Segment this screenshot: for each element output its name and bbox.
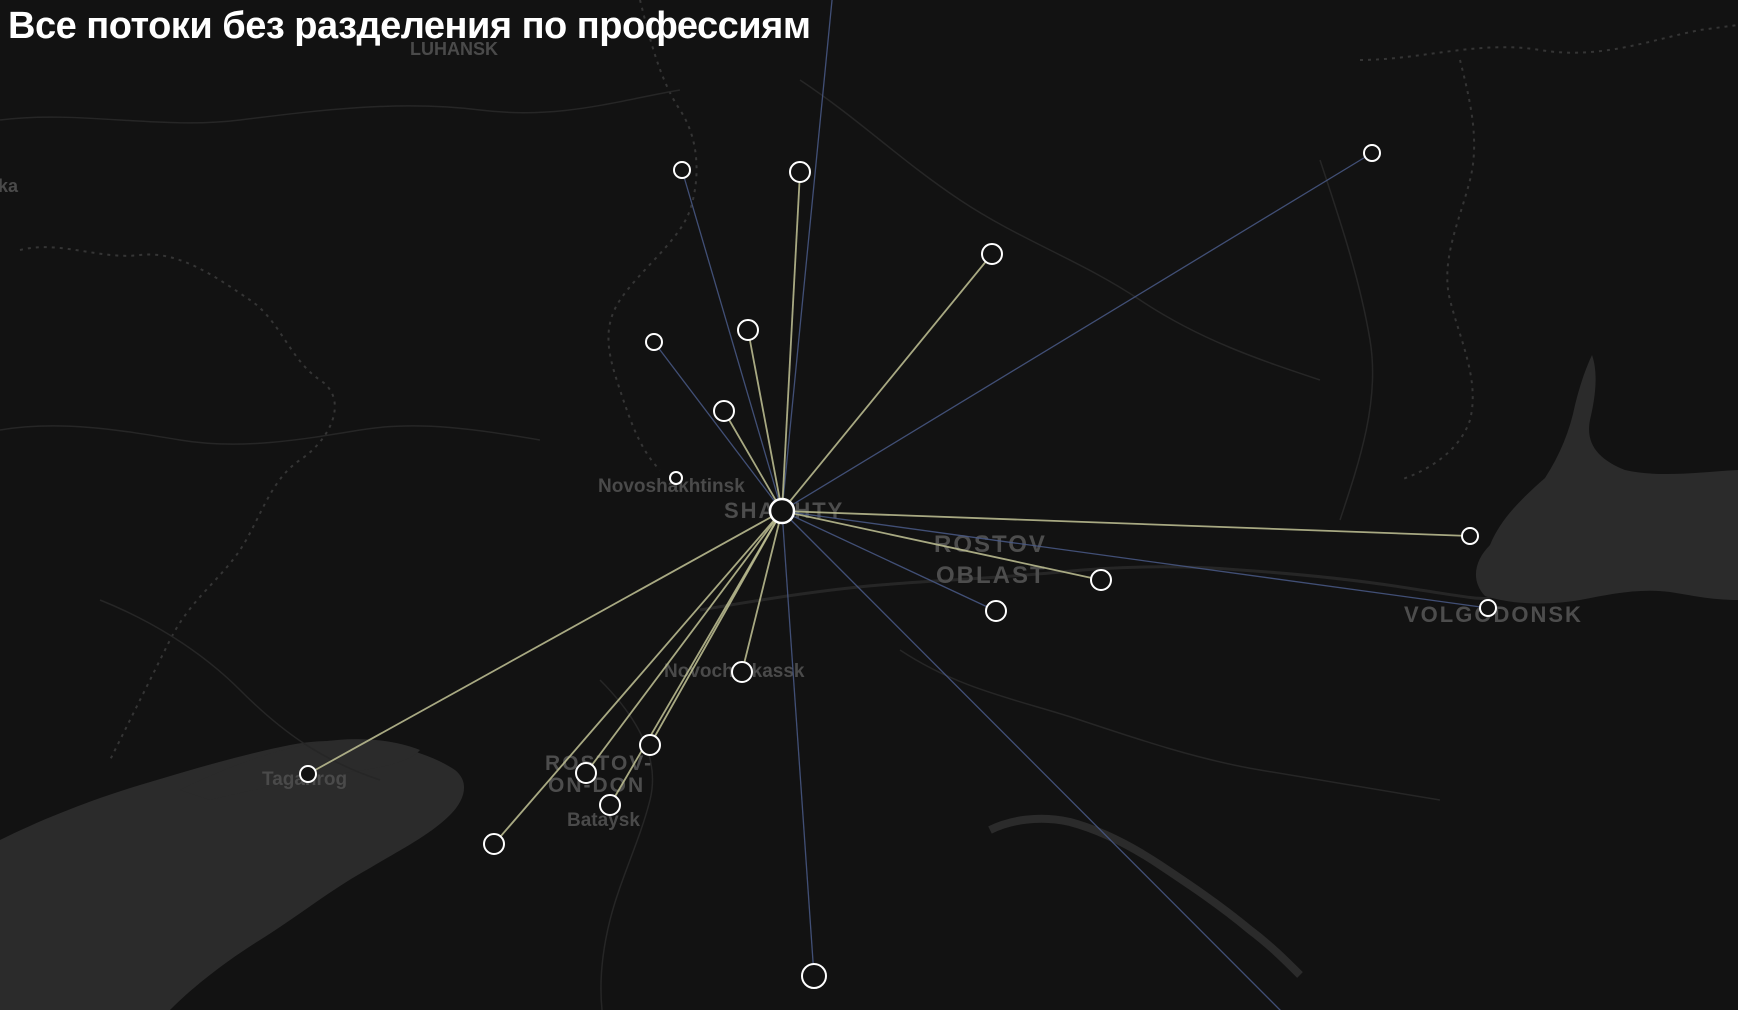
node-sw-azov[interactable]: [483, 833, 505, 855]
node-ne-1[interactable]: [981, 243, 1003, 265]
flow-map[interactable]: LUHANSK ka Novoshakhtinsk SHAKHTY ROSTOV…: [0, 0, 1738, 1010]
node-novocherkassk[interactable]: [731, 661, 753, 683]
node-novoshakhtinsk[interactable]: [669, 471, 683, 485]
node-east-1[interactable]: [1090, 569, 1112, 591]
node-south-1[interactable]: [801, 963, 827, 989]
node-east-3[interactable]: [985, 600, 1007, 622]
node-nw-1[interactable]: [645, 333, 663, 351]
node-nw-3[interactable]: [713, 400, 735, 422]
flow-map-canvas[interactable]: LUHANSK ka Novoshakhtinsk SHAKHTY ROSTOV…: [0, 0, 1738, 1010]
node-north-a[interactable]: [789, 161, 811, 183]
node-east-2[interactable]: [1479, 599, 1497, 617]
shakhty-hub[interactable]: [768, 497, 796, 525]
node-north-b[interactable]: [673, 161, 691, 179]
label-rostov-on-don-line2: ON-DON: [548, 774, 645, 797]
node-rostov-1[interactable]: [639, 734, 661, 756]
label-rostov-oblast-line2: OBLAST: [936, 562, 1047, 589]
node-rostov-2[interactable]: [575, 762, 597, 784]
node-taganrog[interactable]: [299, 765, 317, 783]
node-ne-far[interactable]: [1363, 144, 1381, 162]
node-nw-2[interactable]: [737, 319, 759, 341]
node-east-volgodonsk[interactable]: [1461, 527, 1479, 545]
map-title: Все потоки без разделения по профессиям: [8, 5, 811, 47]
label-west-partial: ka: [0, 176, 19, 196]
node-bataysk[interactable]: [599, 794, 621, 816]
